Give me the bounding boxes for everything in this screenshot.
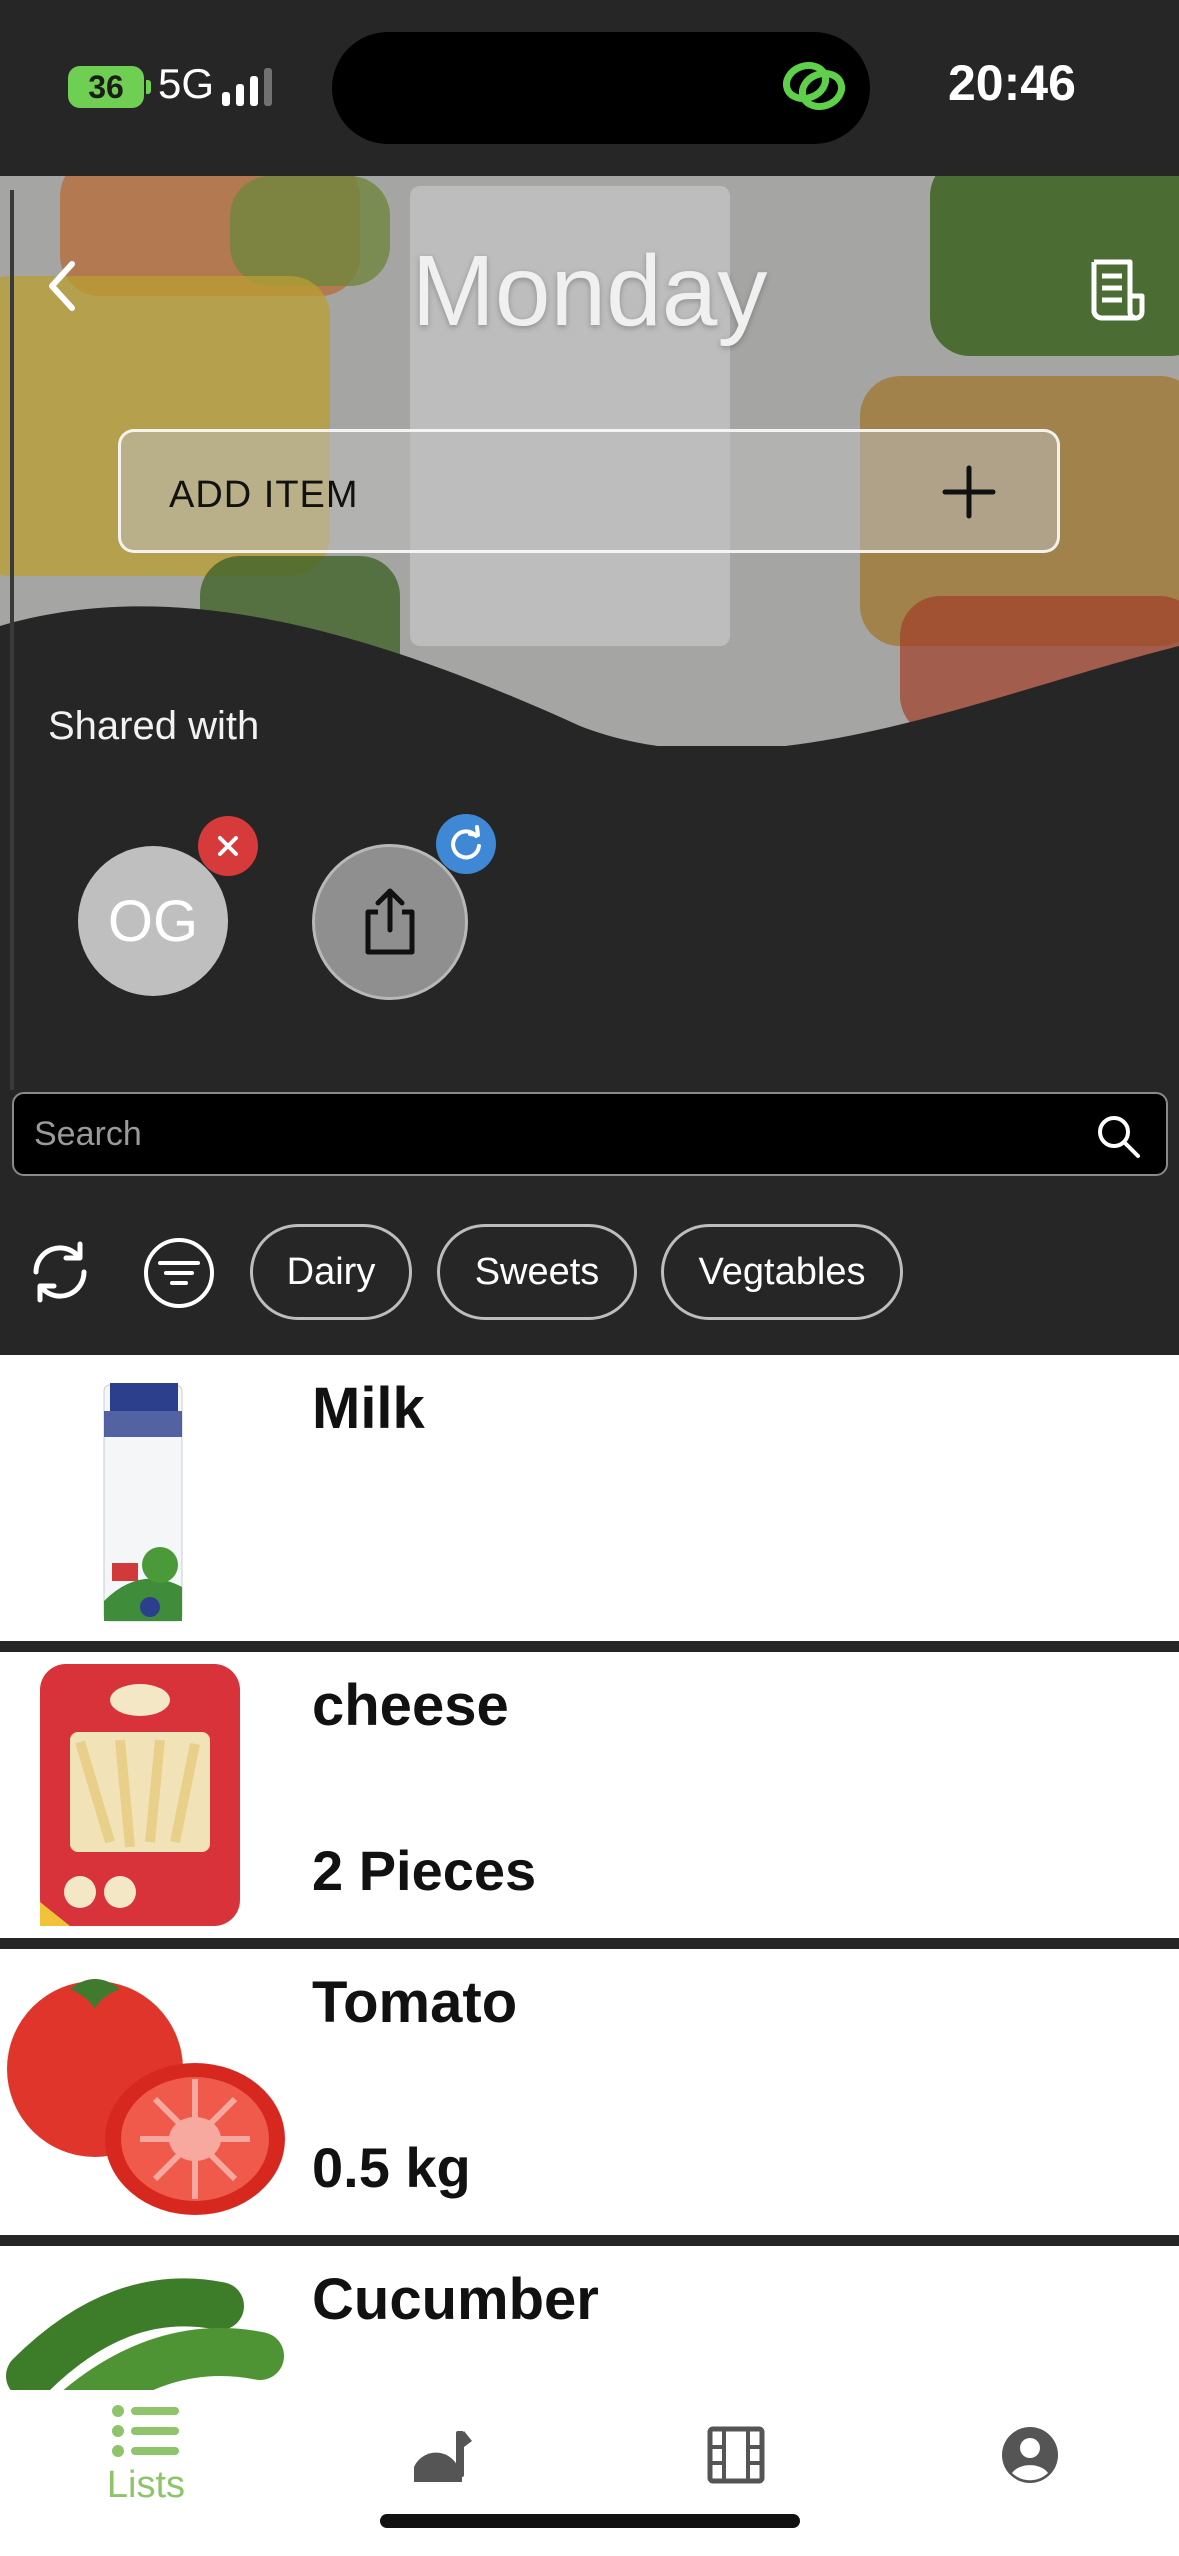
film-icon bbox=[707, 2426, 765, 2484]
shared-with-label: Shared with bbox=[48, 704, 260, 748]
item-name: cheese bbox=[312, 1673, 509, 1738]
tab-recipes[interactable] bbox=[342, 2390, 542, 2520]
link-icon bbox=[782, 61, 846, 111]
milk-image bbox=[0, 1355, 290, 1641]
search-input[interactable] bbox=[32, 1094, 1072, 1174]
filter-chip-sweets[interactable]: Sweets bbox=[437, 1224, 637, 1320]
tab-bar: Lists bbox=[0, 2390, 1179, 2556]
refresh-icon bbox=[451, 825, 481, 860]
reload-icon[interactable] bbox=[26, 1238, 94, 1306]
signal-icon bbox=[222, 68, 272, 106]
clock: 20:46 bbox=[948, 55, 1076, 111]
item-quantity: 2 Pieces bbox=[312, 1839, 537, 1902]
network-type: 5G bbox=[158, 60, 215, 107]
filter-chip-vegetables[interactable]: Vegtables bbox=[661, 1224, 903, 1320]
cucumber-image bbox=[0, 2246, 290, 2391]
item-quantity: 0.5 kg bbox=[312, 2136, 471, 2199]
refresh-share-button[interactable] bbox=[436, 814, 496, 874]
list-item[interactable]: Milk bbox=[0, 1355, 1179, 1641]
filter-chip-dairy[interactable]: Dairy bbox=[250, 1224, 412, 1320]
tab-video[interactable] bbox=[636, 2390, 836, 2520]
item-name: Cucumber bbox=[312, 2267, 599, 2332]
tomato-image bbox=[0, 1949, 290, 2235]
tab-lists[interactable]: Lists bbox=[46, 2390, 246, 2520]
add-item-label: ADD ITEM bbox=[169, 474, 359, 516]
add-item-button[interactable]: ADD ITEM bbox=[118, 429, 1060, 553]
scroll-indicator bbox=[10, 190, 14, 1090]
battery-level: 36 bbox=[88, 68, 124, 105]
status-bar: 36 5G 20:46 bbox=[0, 0, 1179, 176]
dynamic-island bbox=[332, 32, 870, 144]
plus-icon bbox=[942, 465, 996, 519]
home-indicator bbox=[380, 2514, 800, 2528]
tab-label-lists: Lists bbox=[106, 2463, 186, 2506]
cheese-image bbox=[0, 1652, 290, 1938]
close-icon bbox=[218, 836, 238, 856]
header-hero: Monday ADD ITEM bbox=[0, 176, 1179, 746]
food-icon bbox=[414, 2431, 472, 2482]
list-icon bbox=[112, 2404, 179, 2457]
document-button[interactable] bbox=[1086, 256, 1150, 329]
filter-icon[interactable] bbox=[142, 1236, 216, 1310]
remove-member-button[interactable] bbox=[198, 816, 258, 876]
tab-profile[interactable] bbox=[930, 2390, 1130, 2520]
list-item[interactable]: Cucumber bbox=[0, 2246, 1179, 2391]
item-name: Tomato bbox=[312, 1970, 518, 2035]
user-icon bbox=[1002, 2427, 1058, 2483]
share-icon bbox=[365, 888, 415, 955]
item-name: Milk bbox=[312, 1376, 425, 1441]
page-title: Monday bbox=[411, 235, 768, 347]
search-bar bbox=[12, 1092, 1168, 1176]
list-item[interactable]: cheese 2 Pieces bbox=[0, 1652, 1179, 1938]
search-icon[interactable] bbox=[1094, 1112, 1142, 1160]
document-icon bbox=[1091, 259, 1145, 321]
avatar-initials: OG bbox=[107, 888, 199, 954]
list-item[interactable]: Tomato 0.5 kg bbox=[0, 1949, 1179, 2235]
battery-indicator: 36 bbox=[68, 66, 151, 108]
item-list: Milk cheese 2 Pieces Tomato 0.5 kg Cucum… bbox=[0, 1355, 1179, 2391]
